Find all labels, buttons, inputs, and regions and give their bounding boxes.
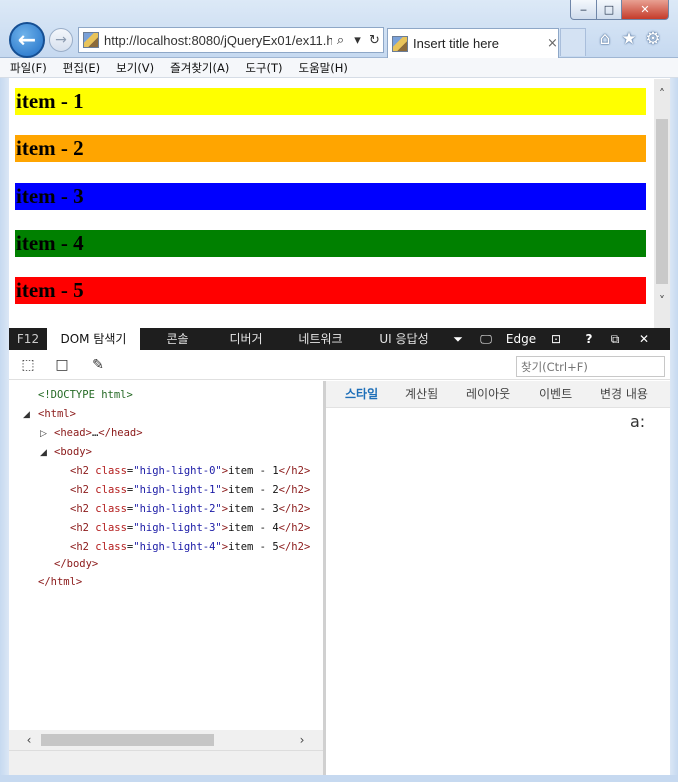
menu-edit[interactable]: 편집(E) [63,60,100,76]
browser-tab-active[interactable]: Insert title here × [387,28,559,58]
refresh-icon[interactable]: ↻ [366,33,383,48]
tree-h2-row[interactable]: <h2 class="high-light-1">item - 2</h2> [70,484,310,496]
scroll-up-icon[interactable]: ˄ [654,85,670,103]
menu-help[interactable]: 도움말(H) [299,60,348,76]
dom-tree-horizontal-scrollbar[interactable]: ‹ › [9,730,323,750]
page-content: item - 1 item - 2 item - 3 item - 4 item… [9,79,654,328]
expand-triangle-icon[interactable]: ◢ [40,448,47,458]
menu-favorites[interactable]: 즐겨찾기(A) [170,60,229,76]
select-element-icon[interactable]: ⬚ [19,356,37,374]
help-button[interactable]: ? [578,328,600,350]
emulation-screen-icon[interactable]: 🖵 [472,328,500,350]
forward-button[interactable]: → [49,28,73,52]
tab-close-icon[interactable]: × [547,36,558,51]
expand-triangle-icon[interactable]: ◢ [23,410,30,420]
tab-computed[interactable]: 계산됨 [405,381,438,408]
page-favicon-icon [83,32,99,48]
back-button[interactable]: ← [9,22,45,58]
forward-arrow-icon: → [55,32,67,48]
styles-pane-body: a: [326,408,670,775]
window-frame-bottom [0,775,678,782]
highlight-elements-icon[interactable]: □ [53,356,71,374]
highlight-heading-5: item - 5 [15,277,646,304]
tab-layout[interactable]: 레이아웃 [466,381,510,408]
console-toggle-icon[interactable]: ⊡ [542,328,570,350]
home-icon[interactable]: ⌂ [596,28,614,50]
page-vertical-scrollbar[interactable]: ˄ ˅ [654,79,670,328]
tab-network[interactable]: 네트워크 [277,328,364,350]
scroll-down-icon[interactable]: ˅ [654,292,670,310]
new-tab-button[interactable] [560,28,586,56]
devtools-close-icon[interactable]: ✕ [630,328,658,350]
tree-html-close[interactable]: </html> [38,576,82,588]
close-window-button[interactable]: ✕ [621,0,669,20]
color-picker-icon[interactable]: ✎ [89,356,107,374]
more-tabs-icon[interactable]: ⏷ [444,328,472,350]
address-input[interactable]: http://localhost:8080/jQueryEx01/ex11.ht [104,33,332,48]
styles-pane-tabs: 스타일 계산됨 레이아웃 이벤트 변경 내용 [326,381,670,408]
scroll-left-icon[interactable]: ‹ [21,732,37,748]
tab-changes[interactable]: 변경 내용 [600,381,648,408]
tree-h2-row[interactable]: <h2 class="high-light-2">item - 3</h2> [70,503,310,515]
maximize-button[interactable]: □ [596,0,622,20]
tree-head[interactable]: <head>…</head> [54,427,143,439]
highlight-heading-1: item - 1 [15,88,646,115]
browser-tools: ⌂ ★ ⚙ [596,28,662,50]
dom-tree-breadcrumb-bar [9,750,323,775]
document-mode-select[interactable]: Edge [500,328,542,350]
dropdown-icon[interactable]: ▾ [349,33,366,48]
tab-title: Insert title here [413,36,499,51]
tree-body-open[interactable]: <body> [54,446,92,458]
highlight-heading-2: item - 2 [15,135,646,162]
menu-tools[interactable]: 도구(T) [245,60,282,76]
menu-view[interactable]: 보기(V) [116,60,154,76]
browser-titlebar: ‒ □ ✕ ← → http://localhost:8080/jQueryEx… [0,0,678,58]
dom-tree-scroll-thumb[interactable] [41,734,214,746]
tab-console[interactable]: 콘솔 [140,328,215,350]
dom-find-input[interactable] [516,356,665,377]
hover-state-toggle[interactable]: a: [630,412,645,431]
toolbar-separator [570,328,578,350]
tab-debugger[interactable]: 디버거 [215,328,277,350]
back-arrow-icon: ← [17,27,37,53]
dom-explorer-toolbar: ⬚ □ ✎ [9,350,670,380]
tree-body-close[interactable]: </body> [54,558,98,570]
search-icon[interactable]: ⌕ [332,33,349,48]
highlight-heading-4: item - 4 [15,230,646,257]
settings-gear-icon[interactable]: ⚙ [644,28,662,50]
tree-h2-row[interactable]: <h2 class="high-light-3">item - 4</h2> [70,522,310,534]
tab-styles[interactable]: 스타일 [345,381,378,408]
undock-icon[interactable]: ⧉ [600,328,630,350]
tree-h2-row[interactable]: <h2 class="high-light-0">item - 1</h2> [70,465,310,477]
minimize-button[interactable]: ‒ [570,0,597,20]
tab-ui-responsiveness[interactable]: UI 응답성 [364,328,444,350]
scroll-right-icon[interactable]: › [294,732,310,748]
tree-doctype[interactable]: <!DOCTYPE html> [38,389,133,401]
devtools-tab-bar: F12 DOM 탐색기 콘솔 디버거 네트워크 UI 응답성 ⏷ 🖵 Edge … [9,328,670,350]
devtools-f12-label: F12 [16,332,40,346]
tab-dom-explorer[interactable]: DOM 탐색기 [47,328,140,350]
collapse-triangle-icon[interactable]: ▷ [40,429,47,439]
tab-favicon-icon [392,35,408,52]
favorites-star-icon[interactable]: ★ [620,28,638,50]
page-scroll-thumb[interactable] [656,119,668,284]
highlight-heading-3: item - 3 [15,183,646,210]
tree-html-open[interactable]: <html> [38,408,76,420]
window-frame-right [670,78,678,782]
tree-h2-row[interactable]: <h2 class="high-light-4">item - 5</h2> [70,541,310,553]
dom-tree[interactable]: <!DOCTYPE html> ◢ <html> ▷ <head>…</head… [9,381,323,730]
tab-events[interactable]: 이벤트 [539,381,572,408]
address-bar[interactable]: http://localhost:8080/jQueryEx01/ex11.ht… [78,27,384,53]
window-frame-left [0,78,9,782]
menu-file[interactable]: 파일(F) [10,60,47,76]
menu-bar: 파일(F) 편집(E) 보기(V) 즐겨찾기(A) 도구(T) 도움말(H) [0,58,678,78]
